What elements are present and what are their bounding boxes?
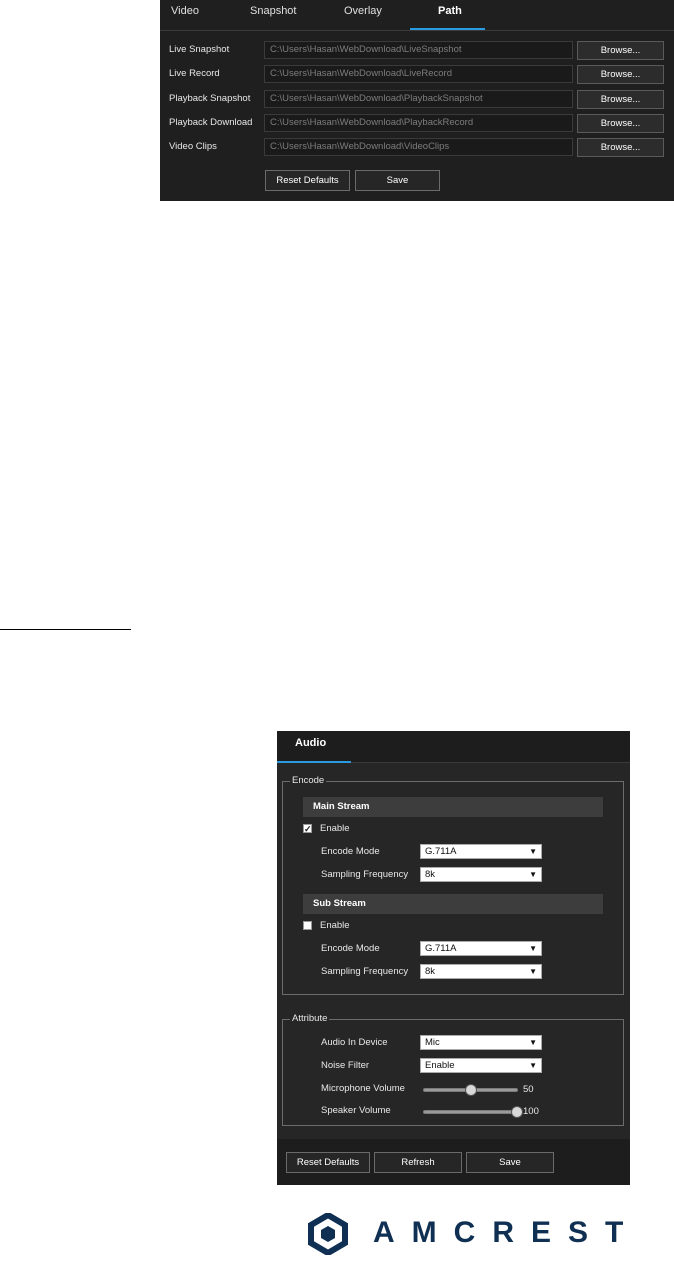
speaker-volume-label: Speaker Volume bbox=[321, 1105, 391, 1116]
path-label: Playback Snapshot bbox=[169, 93, 251, 104]
path-label: Playback Download bbox=[169, 117, 253, 128]
encode-mode-label: Encode Mode bbox=[321, 943, 380, 954]
audio-in-device-label: Audio In Device bbox=[321, 1037, 388, 1048]
path-row-video-clips: Video Clips C:\Users\Hasan\WebDownload\V… bbox=[160, 138, 674, 158]
microphone-volume-slider[interactable] bbox=[423, 1084, 518, 1096]
attribute-group: Attribute Audio In Device Mic ▼ Noise Fi… bbox=[282, 1013, 624, 1126]
main-sampling-frequency-select[interactable]: 8k ▼ bbox=[420, 867, 542, 882]
dropdown-arrow-icon: ▼ bbox=[529, 944, 537, 953]
live-snapshot-path-field[interactable]: C:\Users\Hasan\WebDownload\LiveSnapshot bbox=[264, 41, 573, 59]
save-button[interactable]: Save bbox=[355, 170, 440, 191]
tab-overlay[interactable]: Overlay bbox=[344, 5, 382, 17]
sampling-frequency-label: Sampling Frequency bbox=[321, 966, 409, 977]
select-value: Mic bbox=[425, 1037, 440, 1048]
enable-label: Enable bbox=[320, 920, 350, 931]
microphone-volume-thumb[interactable] bbox=[464, 1084, 477, 1096]
tab-path[interactable]: Path bbox=[438, 5, 462, 17]
speaker-volume-value: 100 bbox=[523, 1106, 539, 1117]
enable-label: Enable bbox=[320, 823, 350, 834]
dropdown-arrow-icon: ▼ bbox=[529, 870, 537, 879]
select-value: 8k bbox=[425, 966, 436, 977]
path-row-live-snapshot: Live Snapshot C:\Users\Hasan\WebDownload… bbox=[160, 41, 674, 61]
speaker-volume-thumb[interactable] bbox=[511, 1106, 523, 1118]
settings-tab-bar: Video Snapshot Overlay Path bbox=[160, 0, 674, 31]
microphone-volume-value: 50 bbox=[523, 1084, 534, 1095]
main-encode-mode-select[interactable]: G.711A ▼ bbox=[420, 844, 542, 859]
live-record-path-field[interactable]: C:\Users\Hasan\WebDownload\LiveRecord bbox=[264, 65, 573, 83]
browse-button-live-record[interactable]: Browse... bbox=[577, 65, 664, 84]
audio-tab-bar: Audio bbox=[277, 731, 630, 763]
attribute-legend: Attribute bbox=[290, 1013, 330, 1024]
sub-encode-mode-select[interactable]: G.711A ▼ bbox=[420, 941, 542, 956]
select-value: Enable bbox=[425, 1060, 455, 1071]
dropdown-arrow-icon: ▼ bbox=[529, 1061, 537, 1070]
browse-button-video-clips[interactable]: Browse... bbox=[577, 138, 664, 157]
sub-stream-enable-checkbox[interactable] bbox=[303, 921, 312, 930]
dropdown-arrow-icon: ▼ bbox=[529, 1038, 537, 1047]
sub-sampling-frequency-select[interactable]: 8k ▼ bbox=[420, 964, 542, 979]
dropdown-arrow-icon: ▼ bbox=[529, 847, 537, 856]
select-value: G.711A bbox=[425, 846, 457, 857]
path-label: Video Clips bbox=[169, 141, 217, 152]
path-row-playback-download: Playback Download C:\Users\Hasan\WebDown… bbox=[160, 114, 674, 134]
amcrest-logo-text: AMCREST bbox=[373, 1216, 641, 1249]
playback-download-path-field[interactable]: C:\Users\Hasan\WebDownload\PlaybackRecor… bbox=[264, 114, 573, 132]
footnote-divider bbox=[0, 629, 131, 630]
sampling-frequency-label: Sampling Frequency bbox=[321, 869, 409, 880]
path-label: Live Record bbox=[169, 68, 220, 79]
audio-settings-panel: Audio Encode Main Stream ✓ Enable Encode… bbox=[277, 731, 630, 1185]
main-stream-header: Main Stream bbox=[303, 797, 603, 817]
tab-video[interactable]: Video bbox=[171, 5, 199, 17]
refresh-button[interactable]: Refresh bbox=[374, 1152, 462, 1173]
main-stream-enable-checkbox[interactable]: ✓ bbox=[303, 824, 312, 834]
speaker-volume-slider[interactable] bbox=[423, 1106, 523, 1118]
amcrest-logo-icon bbox=[308, 1213, 348, 1255]
path-settings-panel: Video Snapshot Overlay Path Live Snapsho… bbox=[160, 0, 674, 201]
save-button[interactable]: Save bbox=[466, 1152, 554, 1173]
amcrest-logo: AMCREST bbox=[307, 1213, 633, 1255]
tab-snapshot[interactable]: Snapshot bbox=[250, 5, 296, 17]
audio-in-device-select[interactable]: Mic ▼ bbox=[420, 1035, 542, 1050]
active-tab-indicator bbox=[277, 761, 351, 763]
select-value: 8k bbox=[425, 869, 436, 880]
encode-group: Encode Main Stream ✓ Enable Encode Mode … bbox=[282, 775, 624, 995]
reset-defaults-button[interactable]: Reset Defaults bbox=[265, 170, 350, 191]
noise-filter-select[interactable]: Enable ▼ bbox=[420, 1058, 542, 1073]
browse-button-playback-download[interactable]: Browse... bbox=[577, 114, 664, 133]
video-clips-path-field[interactable]: C:\Users\Hasan\WebDownload\VideoClips bbox=[264, 138, 573, 156]
encode-legend: Encode bbox=[290, 775, 327, 786]
browse-button-live-snapshot[interactable]: Browse... bbox=[577, 41, 664, 60]
path-label: Live Snapshot bbox=[169, 44, 230, 55]
active-tab-indicator bbox=[410, 28, 485, 30]
encode-mode-label: Encode Mode bbox=[321, 846, 380, 857]
microphone-volume-label: Microphone Volume bbox=[321, 1083, 405, 1094]
noise-filter-label: Noise Filter bbox=[321, 1060, 370, 1071]
reset-defaults-button[interactable]: Reset Defaults bbox=[286, 1152, 370, 1173]
path-row-live-record: Live Record C:\Users\Hasan\WebDownload\L… bbox=[160, 65, 674, 85]
path-row-playback-snapshot: Playback Snapshot C:\Users\Hasan\WebDown… bbox=[160, 90, 674, 110]
playback-snapshot-path-field[interactable]: C:\Users\Hasan\WebDownload\PlaybackSnaps… bbox=[264, 90, 573, 108]
dropdown-arrow-icon: ▼ bbox=[529, 967, 537, 976]
sub-stream-header: Sub Stream bbox=[303, 894, 603, 914]
browse-button-playback-snapshot[interactable]: Browse... bbox=[577, 90, 664, 109]
audio-action-bar: Reset Defaults Refresh Save bbox=[277, 1139, 630, 1185]
tab-audio[interactable]: Audio bbox=[295, 737, 326, 749]
select-value: G.711A bbox=[425, 943, 457, 954]
